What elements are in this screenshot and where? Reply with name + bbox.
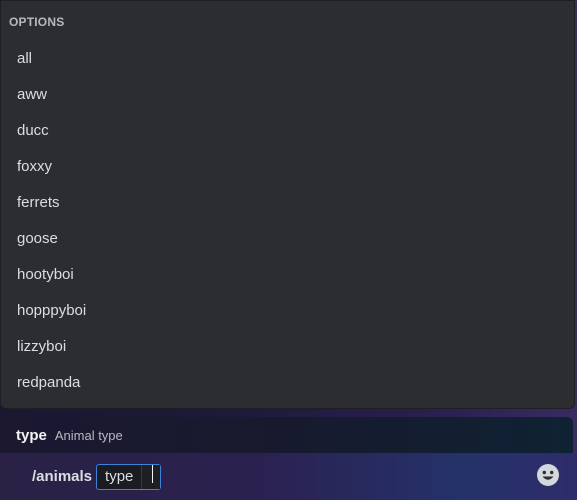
option-value-input[interactable] bbox=[141, 464, 161, 489]
parameter-description: Animal type bbox=[54, 427, 123, 443]
parameter-name: type bbox=[16, 426, 47, 444]
options-list: all aww ducc foxxy ferrets goose hootybo… bbox=[1, 41, 574, 401]
parameter-hint-bar: type Animal type bbox=[2, 417, 573, 453]
emoji-picker-button[interactable] bbox=[536, 463, 560, 487]
slash-command-name: /animals bbox=[32, 468, 93, 485]
option-item-hopppyboi[interactable]: hopppyboi bbox=[1, 293, 574, 329]
autocomplete-options-panel: OPTIONS all aww ducc foxxy ferrets goose… bbox=[0, 0, 575, 409]
option-item-aww[interactable]: aww bbox=[1, 77, 574, 113]
option-item-all[interactable]: all bbox=[1, 41, 574, 77]
option-item-ducc[interactable]: ducc bbox=[1, 113, 574, 149]
option-item-goose[interactable]: goose bbox=[1, 221, 574, 257]
option-item-lizzyboi[interactable]: lizzyboi bbox=[1, 329, 574, 365]
option-item-ferrets[interactable]: ferrets bbox=[1, 185, 574, 221]
options-header: OPTIONS bbox=[9, 15, 65, 29]
option-item-foxxy[interactable]: foxxy bbox=[1, 149, 574, 185]
option-item-hootyboi[interactable]: hootyboi bbox=[1, 257, 574, 293]
smiley-face-icon bbox=[537, 464, 559, 486]
option-item-redpanda[interactable]: redpanda bbox=[1, 365, 574, 401]
text-caret bbox=[152, 465, 153, 483]
message-composer: /animals type bbox=[0, 453, 577, 500]
option-chip-label: type bbox=[105, 468, 134, 485]
